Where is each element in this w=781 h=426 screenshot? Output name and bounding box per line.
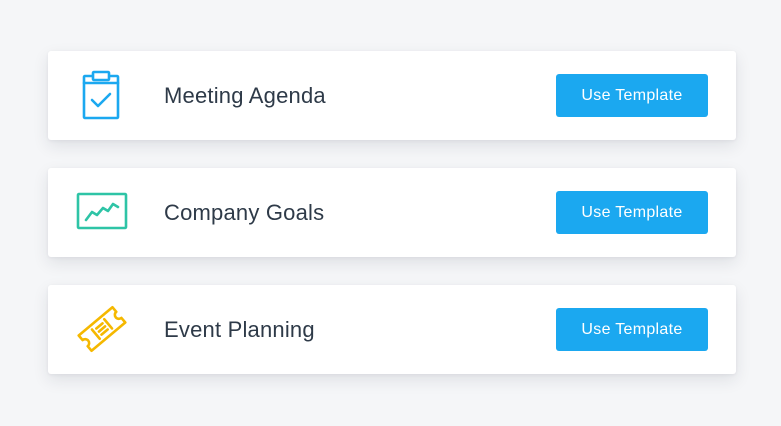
template-card-event-planning: Event Planning Use Template xyxy=(48,285,736,374)
template-title: Event Planning xyxy=(164,317,315,342)
template-title: Meeting Agenda xyxy=(164,83,326,108)
template-card-meeting-agenda: Meeting Agenda Use Template xyxy=(48,51,736,140)
use-template-button[interactable]: Use Template xyxy=(556,74,708,117)
use-template-button[interactable]: Use Template xyxy=(556,308,708,351)
line-chart-icon xyxy=(76,186,128,238)
ticket-icon xyxy=(76,303,128,355)
clipboard-check-icon xyxy=(76,69,128,121)
use-template-button[interactable]: Use Template xyxy=(556,191,708,234)
template-title: Company Goals xyxy=(164,200,325,225)
template-card-company-goals: Company Goals Use Template xyxy=(48,168,736,257)
